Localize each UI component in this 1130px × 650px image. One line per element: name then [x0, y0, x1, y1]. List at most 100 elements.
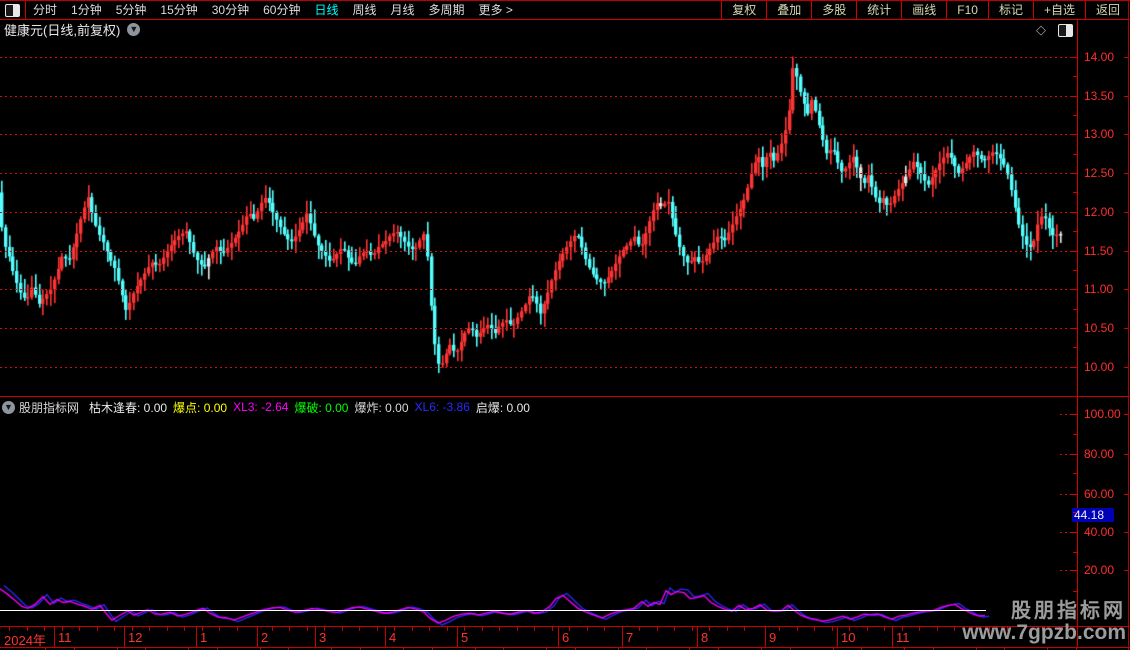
month-label: 11 — [896, 630, 910, 645]
period-item[interactable]: 15分钟 — [153, 1, 204, 19]
date-tick — [797, 627, 798, 631]
indicator-canvas[interactable] — [0, 397, 1077, 626]
axis-minor-tick — [1073, 512, 1077, 514]
axis-tick — [1124, 532, 1128, 533]
month-divider — [765, 627, 766, 647]
date-tick — [429, 627, 430, 631]
action-item[interactable]: 复权 — [721, 1, 766, 19]
action-item[interactable]: 统计 — [856, 1, 901, 19]
month-divider — [196, 627, 197, 647]
period-item[interactable]: 多周期 — [422, 1, 472, 19]
axis-tick — [1124, 414, 1128, 415]
layout-toggle-button[interactable] — [0, 1, 26, 19]
indicator-legend-item: XL6: -3.86 — [414, 400, 470, 414]
axis-tick — [1070, 95, 1077, 97]
date-tick — [954, 627, 955, 631]
axis-tick — [1124, 289, 1128, 291]
month-divider — [124, 627, 125, 647]
main-chart[interactable] — [0, 39, 1077, 396]
date-tick — [289, 627, 290, 631]
month-divider — [385, 627, 386, 647]
chart-title-bar: 健康元(日线,前复权) ▼ — [0, 20, 1076, 39]
date-tick — [237, 627, 238, 631]
axis-minor-tick — [1073, 308, 1077, 310]
split-panel-icon — [5, 3, 20, 17]
date-tick — [62, 627, 63, 631]
indicator-axis-label: 100.00 — [1084, 407, 1121, 421]
month-divider — [457, 627, 458, 647]
action-item[interactable]: 画线 — [901, 1, 946, 19]
axis-minor-tick — [1073, 153, 1077, 155]
indicator-gridline-stub — [1060, 454, 1076, 455]
month-divider — [892, 627, 893, 647]
price-gridline — [0, 95, 1077, 97]
period-item[interactable]: 5分钟 — [109, 1, 154, 19]
axis-tick — [1124, 134, 1128, 136]
date-tick — [202, 627, 203, 631]
axis-tick — [1124, 250, 1128, 252]
date-tick — [849, 627, 850, 631]
date-tick — [517, 627, 518, 631]
axis-tick — [1070, 289, 1077, 291]
period-menu: 分时 1分钟 5分钟 15分钟 30分钟 60分钟 日线 周线 月线 多周期 更多 > — [26, 1, 520, 19]
indicator-gridline-stub — [1060, 494, 1076, 495]
diamond-icon[interactable]: ◇ — [1036, 22, 1046, 37]
action-item[interactable]: 返回 — [1084, 1, 1130, 19]
date-tick — [867, 627, 868, 631]
date-tick — [272, 627, 273, 631]
date-tick — [814, 627, 815, 631]
month-divider — [257, 627, 258, 647]
period-item[interactable]: 月线 — [384, 1, 422, 19]
month-label: 6 — [562, 630, 570, 645]
date-tick — [167, 627, 168, 631]
date-tick — [692, 627, 693, 631]
date-tick — [884, 627, 885, 631]
chart-title[interactable]: 健康元(日线,前复权) — [4, 20, 120, 39]
date-tick — [534, 627, 535, 631]
month-label: 4 — [389, 630, 397, 645]
period-item[interactable]: 更多 > — [472, 1, 520, 19]
price-axis-label: 10.00 — [1084, 359, 1115, 374]
period-item[interactable]: 60分钟 — [256, 1, 307, 19]
date-tick — [307, 627, 308, 631]
month-divider — [622, 627, 623, 647]
tdx-window: 分时 1分钟 5分钟 15分钟 30分钟 60分钟 日线 周线 月线 多周期 更多 > 复权 叠加 多股… — [0, 0, 1130, 650]
month-label: 8 — [701, 630, 709, 645]
date-tick — [919, 627, 920, 631]
date-tick — [902, 627, 903, 631]
panel-icon[interactable] — [1058, 24, 1073, 37]
price-axis-label: 12.00 — [1084, 204, 1115, 219]
period-item[interactable]: 分时 — [26, 1, 64, 19]
indicator-legend-item: XL3: -2.64 — [233, 400, 289, 414]
date-tick — [779, 627, 780, 631]
action-item[interactable]: 叠加 — [766, 1, 811, 19]
period-item[interactable]: 周线 — [345, 1, 383, 19]
month-label: 12 — [128, 630, 143, 645]
indicator-axis-label: 60.00 — [1084, 487, 1115, 501]
period-item[interactable]: 1分钟 — [64, 1, 109, 19]
chevron-down-icon[interactable]: ▼ — [2, 400, 15, 414]
action-item[interactable]: F10 — [946, 1, 988, 19]
axis-tick — [1124, 570, 1128, 571]
candlestick-canvas[interactable] — [0, 39, 1077, 396]
period-item[interactable]: 30分钟 — [205, 1, 256, 19]
chevron-down-icon[interactable]: ▼ — [127, 23, 141, 36]
date-tick — [412, 627, 413, 631]
date-tick — [27, 627, 28, 631]
axis-tick — [1070, 211, 1077, 213]
price-axis-label: 11.00 — [1084, 282, 1114, 297]
action-item[interactable]: +自选 — [1032, 1, 1085, 19]
zero-line — [0, 610, 986, 611]
date-tick — [219, 627, 220, 631]
indicator-legend-item: 爆点: 0.00 — [173, 400, 228, 415]
date-tick — [114, 627, 115, 631]
action-item[interactable]: 多股 — [811, 1, 856, 19]
axis-minor-tick — [1073, 551, 1077, 553]
date-tick — [832, 627, 833, 631]
period-item[interactable]: 日线 — [307, 1, 345, 19]
axis-tick — [1124, 327, 1128, 329]
action-item[interactable]: 标记 — [987, 1, 1033, 19]
date-tick — [587, 627, 588, 631]
month-label: 2 — [261, 630, 269, 645]
price-gridline — [0, 211, 1077, 213]
